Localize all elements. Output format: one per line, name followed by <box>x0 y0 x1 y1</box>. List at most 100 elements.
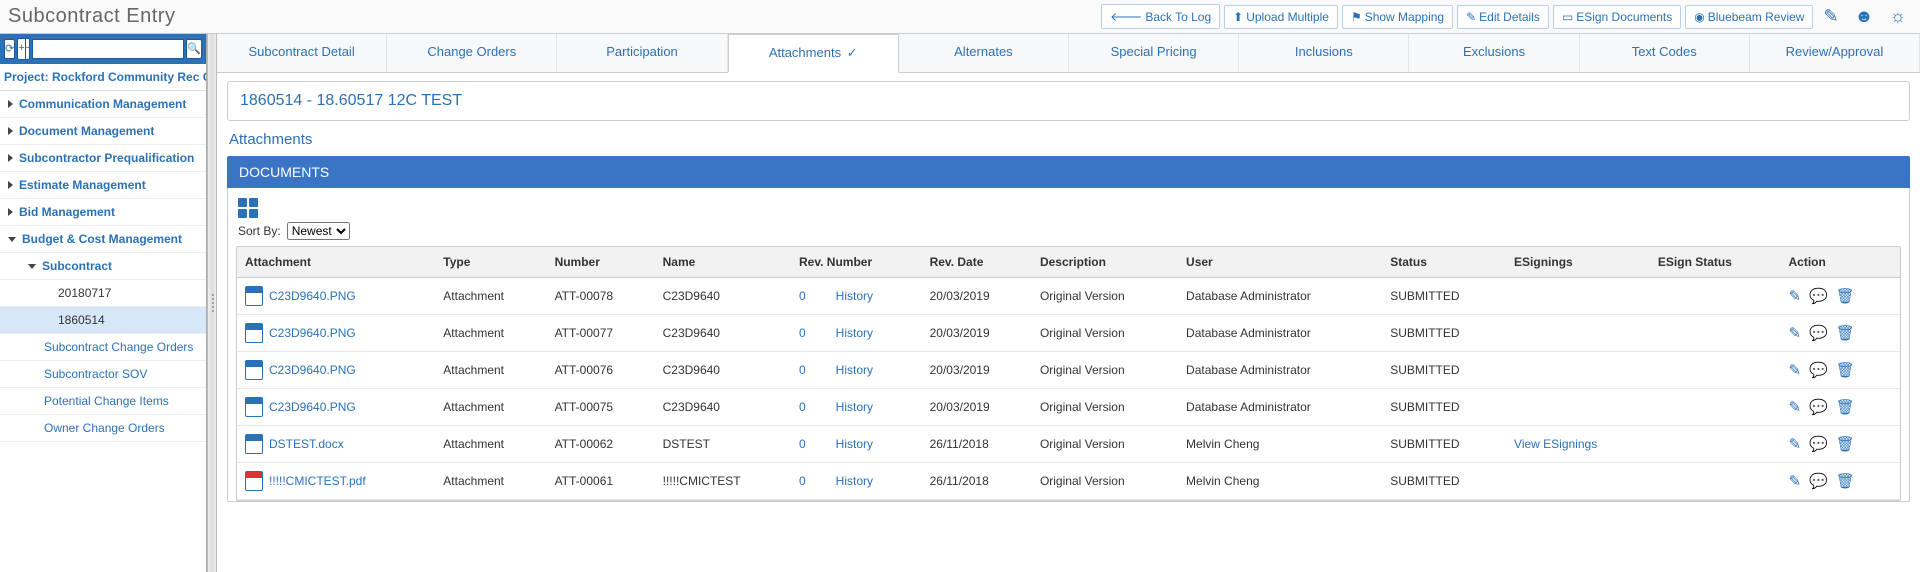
cell-name: C23D9640 <box>655 278 791 315</box>
search-icon[interactable]: 🔍 <box>186 39 202 59</box>
attachment-link[interactable]: C23D9640.PNG <box>269 363 356 377</box>
user-icon[interactable]: ☻ <box>1849 6 1880 27</box>
edit-icon[interactable]: ✎ <box>1789 472 1802 490</box>
sidebar-search-input[interactable] <box>32 39 184 59</box>
sidebar-item-oco[interactable]: Owner Change Orders <box>0 415 206 442</box>
edit-icon[interactable]: ✎ <box>1789 324 1802 342</box>
sidebar-item-budget[interactable]: Budget & Cost Management <box>0 226 206 253</box>
comment-icon[interactable]: 💬 <box>1809 435 1828 453</box>
edit-details-button[interactable]: ✎Edit Details <box>1457 5 1549 29</box>
col-rev-number[interactable]: Rev. Number <box>791 247 922 278</box>
delete-icon[interactable]: 🗑 <box>1836 472 1855 490</box>
delete-icon[interactable]: 🗑 <box>1836 287 1855 305</box>
col-esignings[interactable]: ESignings <box>1506 247 1650 278</box>
sidebar-item-prequal[interactable]: Subcontractor Prequalification <box>0 145 206 172</box>
file-icon <box>245 323 263 343</box>
rev-number-link[interactable]: 0 <box>799 437 806 451</box>
sidebar-item-document[interactable]: Document Management <box>0 118 206 145</box>
bluebeam-review-button[interactable]: ◉Bluebeam Review <box>1685 5 1813 29</box>
esign-documents-button[interactable]: ▭ESign Documents <box>1553 5 1681 29</box>
sortby-select[interactable]: Newest <box>287 222 350 240</box>
table-row: C23D9640.PNGAttachmentATT-00075C23D96400… <box>237 389 1900 426</box>
edit-icon[interactable]: ✎ <box>1789 361 1802 379</box>
history-link[interactable]: History <box>836 474 873 488</box>
upload-multiple-button[interactable]: ⬆Upload Multiple <box>1224 5 1338 29</box>
col-rev-date[interactable]: Rev. Date <box>922 247 1032 278</box>
sidebar-leaf-20180717[interactable]: 20180717 <box>0 280 206 307</box>
attachment-link[interactable]: C23D9640.PNG <box>269 326 356 340</box>
attachment-link[interactable]: DSTEST.docx <box>269 437 344 451</box>
comment-icon[interactable]: 💬 <box>1809 398 1828 416</box>
col-action[interactable]: Action <box>1781 247 1901 278</box>
tab-inclusions[interactable]: Inclusions <box>1239 34 1409 72</box>
col-number[interactable]: Number <box>547 247 655 278</box>
tab-alternates[interactable]: Alternates <box>899 34 1069 72</box>
col-user[interactable]: User <box>1178 247 1382 278</box>
history-link[interactable]: History <box>836 363 873 377</box>
sidebar-item-estimate[interactable]: Estimate Management <box>0 172 206 199</box>
delete-icon[interactable]: 🗑 <box>1836 361 1855 379</box>
col-status[interactable]: Status <box>1382 247 1506 278</box>
cell-esign-status <box>1650 463 1781 500</box>
cell-user: Database Administrator <box>1178 352 1382 389</box>
edit-icon[interactable]: ✎ <box>1789 398 1802 416</box>
sidebar-item-bid[interactable]: Bid Management <box>0 199 206 226</box>
tab-exclusions[interactable]: Exclusions <box>1409 34 1579 72</box>
history-link[interactable]: History <box>836 400 873 414</box>
col-esign-status[interactable]: ESign Status <box>1650 247 1781 278</box>
cell-number: ATT-00062 <box>547 426 655 463</box>
cell-user: Database Administrator <box>1178 389 1382 426</box>
edit-icon[interactable]: ✎ <box>1789 287 1802 305</box>
refresh-icon[interactable]: ⟳ <box>4 39 15 59</box>
back-to-log-button[interactable]: 🡐Back To Log <box>1101 4 1220 29</box>
grid-view-icon[interactable] <box>238 198 258 218</box>
col-attachment[interactable]: Attachment <box>237 247 435 278</box>
tab-text-codes[interactable]: Text Codes <box>1580 34 1750 72</box>
col-name[interactable]: Name <box>655 247 791 278</box>
sidebar-item-sov[interactable]: Subcontractor SOV <box>0 361 206 388</box>
tab-review-approval[interactable]: Review/Approval <box>1750 34 1920 72</box>
sidebar-item-subcontract[interactable]: Subcontract <box>0 253 206 280</box>
history-link[interactable]: History <box>836 289 873 303</box>
delete-icon[interactable]: 🗑 <box>1836 435 1855 453</box>
rev-number-link[interactable]: 0 <box>799 289 806 303</box>
edit-icon[interactable]: ✎ <box>1789 435 1802 453</box>
sidebar-leaf-1860514[interactable]: 1860514 <box>0 307 206 334</box>
rev-number-link[interactable]: 0 <box>799 400 806 414</box>
tab-change-orders[interactable]: Change Orders <box>387 34 557 72</box>
show-mapping-button[interactable]: ⚑Show Mapping <box>1342 5 1453 29</box>
col-type[interactable]: Type <box>435 247 546 278</box>
rev-number-link[interactable]: 0 <box>799 363 806 377</box>
sidebar-item-pci[interactable]: Potential Change Items <box>0 388 206 415</box>
history-link[interactable]: History <box>836 326 873 340</box>
comment-icon[interactable]: 💬 <box>1809 361 1828 379</box>
delete-icon[interactable]: 🗑 <box>1836 324 1855 342</box>
col-description[interactable]: Description <box>1032 247 1178 278</box>
cell-name: C23D9640 <box>655 389 791 426</box>
tab-subcontract-detail[interactable]: Subcontract Detail <box>217 34 387 72</box>
documents-bar: DOCUMENTS <box>227 156 1910 188</box>
sidebar-item-sco[interactable]: Subcontract Change Orders <box>0 334 206 361</box>
plus-icon[interactable]: + <box>18 39 25 59</box>
tab-participation[interactable]: Participation <box>557 34 727 72</box>
view-esignings-link[interactable]: View ESignings <box>1514 437 1597 451</box>
rev-number-link[interactable]: 0 <box>799 326 806 340</box>
rev-number-link[interactable]: 0 <box>799 474 806 488</box>
globe-icon[interactable]: ☼ <box>1884 6 1913 27</box>
comment-icon[interactable]: 💬 <box>1809 324 1828 342</box>
cell-number: ATT-00078 <box>547 278 655 315</box>
attachment-link[interactable]: C23D9640.PNG <box>269 289 356 303</box>
history-link[interactable]: History <box>836 437 873 451</box>
comment-icon[interactable]: 💬 <box>1809 287 1828 305</box>
sidebar-item-communication[interactable]: Communication Management <box>0 91 206 118</box>
comment-icon[interactable]: 💬 <box>1809 472 1828 490</box>
tab-attachments[interactable]: Attachments ✓ <box>728 34 899 73</box>
compose-icon[interactable]: ✎ <box>1817 6 1844 27</box>
attachment-link[interactable]: !!!!!CMICTEST.pdf <box>269 474 366 488</box>
cell-date: 20/03/2019 <box>922 389 1032 426</box>
delete-icon[interactable]: 🗑 <box>1836 398 1855 416</box>
minus-icon[interactable]: − <box>26 39 31 59</box>
splitter[interactable] <box>207 34 217 572</box>
tab-special-pricing[interactable]: Special Pricing <box>1069 34 1239 72</box>
attachment-link[interactable]: C23D9640.PNG <box>269 400 356 414</box>
